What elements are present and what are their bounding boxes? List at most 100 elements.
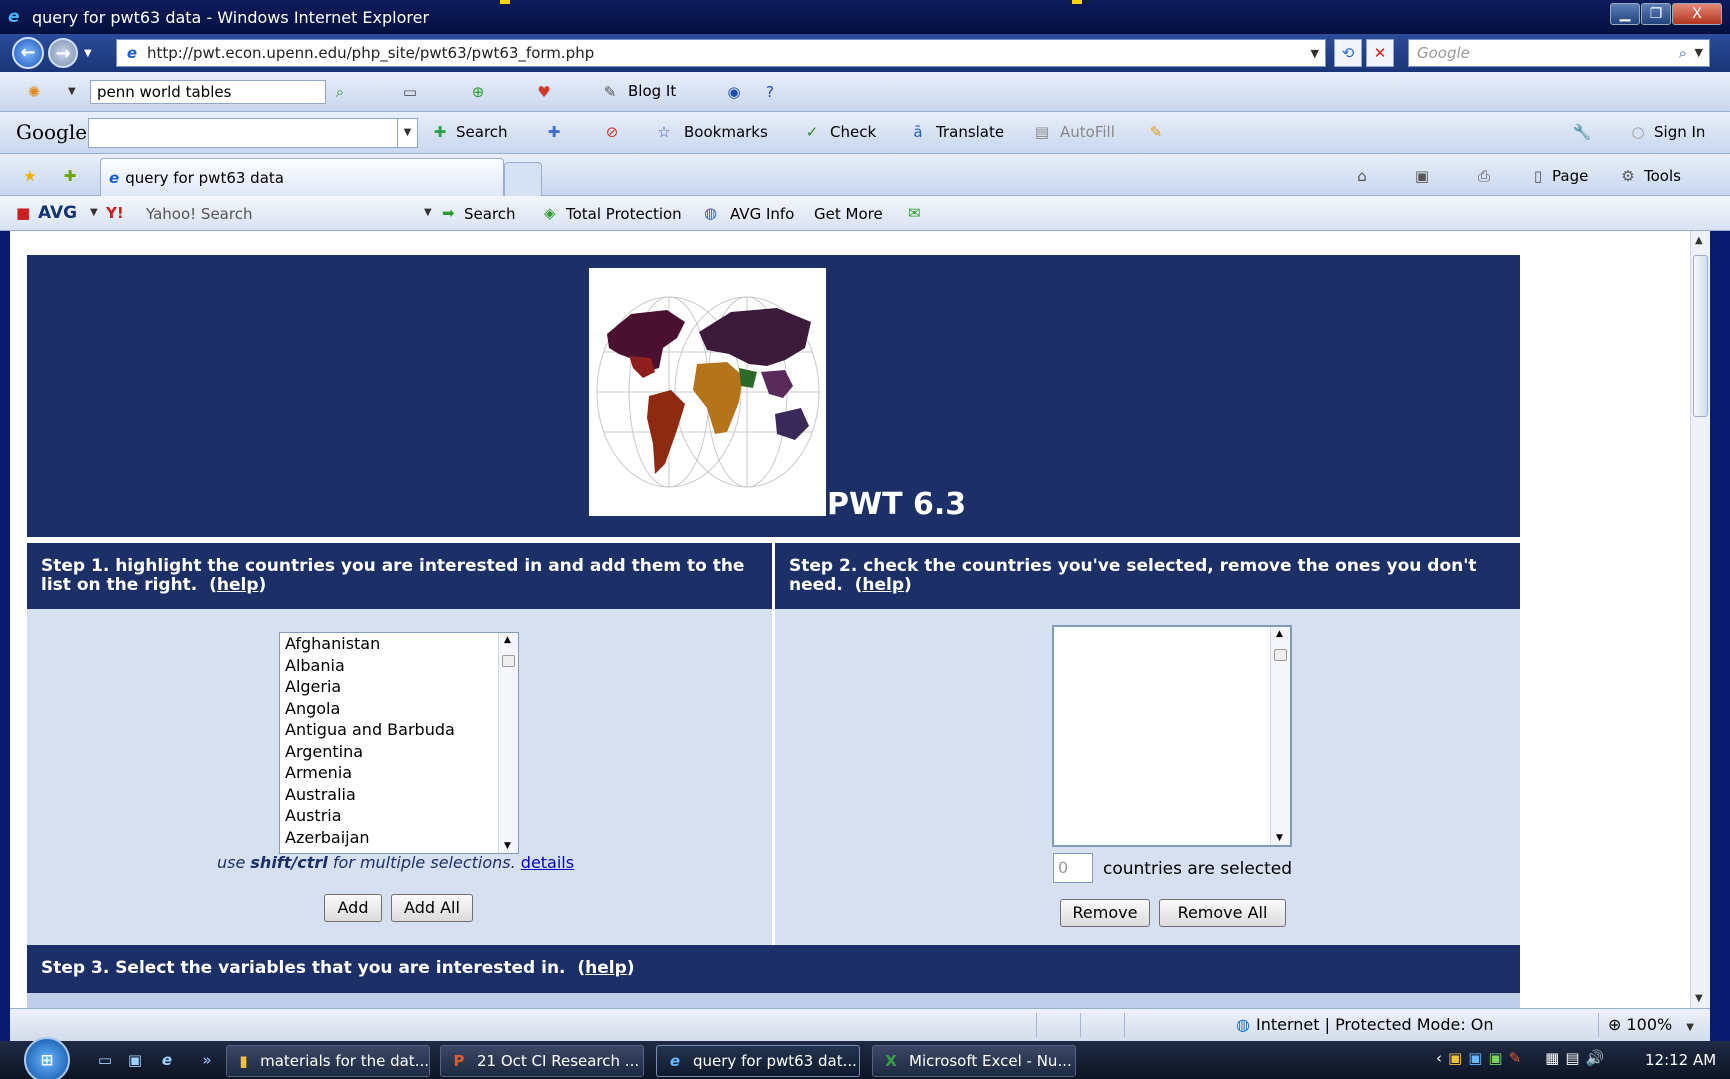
heart-icon[interactable]: ♥ [534,82,554,102]
puzzle-icon[interactable]: ✚ [544,122,564,142]
total-protection-button[interactable]: Total Protection [566,205,682,223]
tab-query-pwt63[interactable]: e query for pwt63 data [100,158,504,196]
add-button[interactable]: Add [324,894,382,922]
refresh-button[interactable]: ⟲ [1334,39,1362,67]
new-tab-button[interactable] [504,162,542,196]
search-box[interactable]: Google ⌕ ▼ [1408,39,1710,67]
info-icon[interactable]: ◉ [724,82,744,102]
search-dropdown-icon[interactable]: ▼ [1695,40,1703,66]
taskbar-item-excel[interactable]: X Microsoft Excel - Nu... [872,1045,1076,1077]
translate-button[interactable]: Translate [936,123,1004,141]
remove-all-button[interactable]: Remove All [1159,899,1286,927]
search-icon[interactable]: ⌕ [330,82,350,102]
check-button[interactable]: Check [830,123,876,141]
scroll-down-icon[interactable]: ▼ [504,841,511,851]
settings-wrench-icon[interactable]: 🔧 [1572,122,1592,142]
clock[interactable]: 12:12 AM [1645,1051,1716,1069]
list-item[interactable]: Australia [280,784,518,806]
switch-windows-icon[interactable]: ▣ [124,1049,146,1071]
yahoo-search-input[interactable]: Yahoo! Search [146,205,252,223]
network-icon[interactable]: ▦ [1545,1049,1559,1067]
list-item[interactable]: Algeria [280,676,518,698]
tray-app-icon[interactable]: ▣ [1488,1049,1502,1067]
back-button[interactable]: ← [12,37,44,69]
taskbar-item-ie[interactable]: e query for pwt63 dat... [656,1045,860,1077]
avg-info-button[interactable]: AVG Info [730,205,794,223]
yahoo-dropdown-icon[interactable]: ▼ [424,207,432,218]
step2-help-link[interactable]: help [862,575,904,595]
add-icon[interactable]: ⊕ [468,82,488,102]
selected-countries-listbox[interactable]: ▲ ▼ [1052,625,1292,847]
listbox-scrollbar[interactable]: ▲ ▼ [1270,627,1290,845]
highlight-icon[interactable]: ✎ [1146,122,1166,142]
list-item[interactable]: Afghanistan [280,633,518,655]
maximize-button[interactable]: ❐ [1641,3,1671,25]
list-item[interactable]: Antigua and Barbuda [280,719,518,741]
list-item[interactable]: Azerbaijan [280,827,518,849]
popup-blocker-icon[interactable]: ⊘ [602,122,622,142]
favorites-star-icon[interactable]: ★ [20,166,40,186]
home-icon[interactable]: ⌂ [1352,166,1372,186]
window-icon[interactable]: ▭ [400,82,420,102]
scroll-up-icon[interactable]: ▲ [1695,235,1703,246]
toolbar-search-input[interactable]: penn world tables [90,80,326,104]
step3-help-link[interactable]: help [585,958,627,978]
toolbar-dropdown-icon[interactable]: ▼ [68,86,76,97]
avg-dropdown-icon[interactable]: ▼ [90,207,98,218]
bookmarks-button[interactable]: Bookmarks [684,123,768,141]
details-link[interactable]: details [521,853,574,872]
search-icon[interactable]: ⌕ [1679,40,1687,66]
scroll-down-icon[interactable]: ▼ [1695,993,1703,1004]
url-dropdown-icon[interactable]: ▼ [1311,47,1319,60]
tools-menu[interactable]: Tools [1644,167,1681,185]
add-all-button[interactable]: Add All [391,894,473,922]
start-button[interactable]: ⊞ [24,1037,70,1079]
zoom-dropdown-icon[interactable]: ▼ [1686,1022,1694,1033]
url-field[interactable]: e http://pwt.econ.upenn.edu/php_site/pwt… [116,39,1326,67]
tray-app-icon[interactable]: ✎ [1509,1049,1522,1067]
page-menu[interactable]: Page [1552,167,1588,185]
security-zone[interactable]: ◍ Internet | Protected Mode: On [1236,1015,1494,1034]
list-item[interactable]: Austria [280,805,518,827]
list-item[interactable]: Armenia [280,762,518,784]
ie-quicklaunch-icon[interactable]: e [156,1049,178,1071]
google-search-input[interactable]: ▼ [88,118,418,148]
blog-it-button[interactable]: Blog It [628,82,676,100]
scroll-thumb[interactable] [1693,255,1708,417]
print-icon[interactable]: ⎙ [1474,166,1494,186]
google-search-button[interactable]: Search [456,123,508,141]
avg-search-button[interactable]: Search [464,205,516,223]
tray-app-icon[interactable]: ▣ [1448,1049,1462,1067]
remove-button[interactable]: Remove [1060,899,1150,927]
network-icon[interactable]: ▤ [1565,1049,1579,1067]
add-favorites-icon[interactable]: ✚ [60,166,80,186]
listbox-scrollbar[interactable]: ▲ ▼ [498,633,518,853]
list-item[interactable]: Argentina [280,741,518,763]
sign-in-button[interactable]: Sign In [1654,123,1705,141]
step1-help-link[interactable]: help [217,575,259,595]
scroll-up-icon[interactable]: ▲ [1276,629,1283,639]
page-scrollbar[interactable]: ▲ ▼ [1690,231,1710,1008]
feeds-icon[interactable]: ▣ [1412,166,1432,186]
close-button[interactable]: X [1672,3,1722,25]
minimize-button[interactable]: ▁ [1610,3,1640,25]
quicklaunch-more-icon[interactable]: » [196,1049,218,1071]
google-dropdown-icon[interactable]: ▼ [397,119,417,147]
show-desktop-icon[interactable]: ▭ [94,1049,116,1071]
zoom-control[interactable]: ⊕ 100% ▼ [1608,1015,1694,1034]
tray-app-icon[interactable]: ▣ [1468,1049,1482,1067]
stop-button[interactable]: ✕ [1366,39,1394,67]
avg-extra-icon[interactable]: ✉ [908,204,921,222]
scroll-down-icon[interactable]: ▼ [1276,833,1283,843]
list-item[interactable]: Angola [280,698,518,720]
scroll-up-icon[interactable]: ▲ [504,635,511,645]
tray-expand-icon[interactable]: ‹ [1436,1049,1442,1067]
taskbar-item-folder[interactable]: ▮ materials for the dat... [226,1045,430,1077]
autofill-button[interactable]: AutoFill [1060,123,1115,141]
help-icon[interactable]: ? [760,82,780,102]
scroll-thumb[interactable] [502,655,515,667]
volume-icon[interactable]: 🔊 [1586,1049,1605,1067]
scroll-thumb[interactable] [1274,649,1287,661]
taskbar-item-powerpoint[interactable]: P 21 Oct CI Research ... [440,1045,644,1077]
list-item[interactable]: Albania [280,655,518,677]
